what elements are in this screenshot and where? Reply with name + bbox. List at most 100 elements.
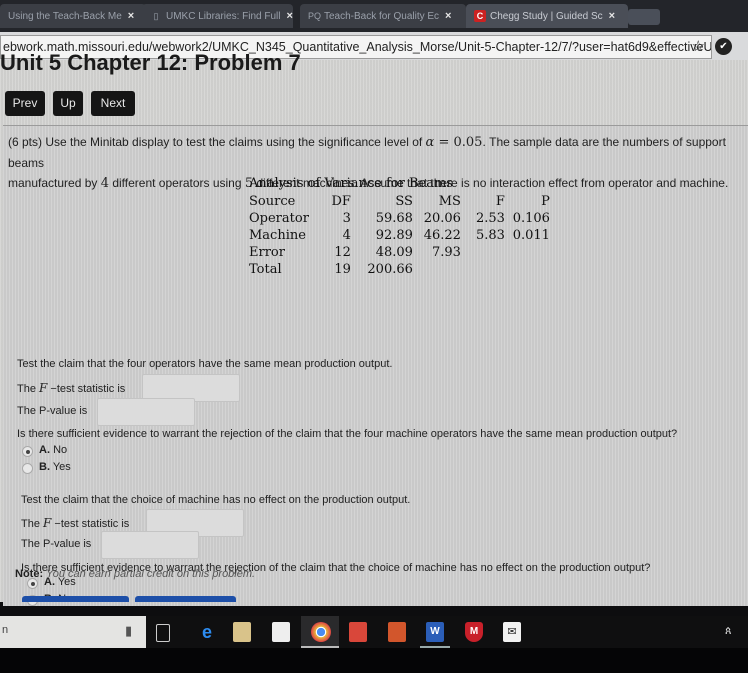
cell-source: Operator — [249, 211, 309, 226]
header-source: Source — [249, 194, 296, 209]
cell-source: Total — [249, 262, 282, 277]
cell-f — [461, 261, 505, 278]
file-explorer-icon[interactable] — [233, 622, 251, 642]
part1-f-label: The F −test statistic is — [17, 381, 125, 395]
part2-p-label: The P-value is — [21, 538, 92, 550]
note-text: You can earn partial credit on this prob… — [43, 568, 256, 580]
anova-title: Analysis of Variance for Beams — [249, 176, 453, 191]
part1-claim: Test the claim that the four operators h… — [17, 358, 393, 370]
label-text: −test statistic is — [47, 383, 126, 395]
cell-ss: 48.09 — [375, 245, 413, 260]
option-text: No — [53, 444, 68, 456]
cell-ms: 20.06 — [423, 211, 461, 226]
tab-label: Chegg Study | Guided Sc — [490, 11, 603, 22]
task-view-icon[interactable] — [156, 624, 170, 642]
tab-label: Teach-Back for Quality Ec — [324, 11, 440, 22]
cell-p: 0.106 — [512, 211, 550, 226]
part1-option-b[interactable]: B. Yes — [39, 461, 71, 473]
cell-ss: 200.66 — [367, 262, 413, 277]
prev-button[interactable]: Prev — [5, 91, 45, 116]
submit-button-partial[interactable] — [22, 596, 129, 602]
partial-credit-note: Note: You can earn partial credit on thi… — [15, 568, 255, 580]
part1-option-a-radio[interactable] — [22, 446, 33, 457]
tab-teach-back-me[interactable]: Using the Teach-Back Me × — [0, 4, 146, 28]
alpha-symbol: α — [425, 135, 435, 150]
preview-button-partial[interactable] — [135, 596, 236, 602]
taskbar-search-box[interactable]: n ▮ — [0, 616, 146, 648]
cell-source: Machine — [249, 228, 306, 243]
cell-df: 19 — [334, 262, 351, 277]
edge-icon[interactable]: e — [198, 622, 216, 642]
cell-df: 4 — [342, 228, 351, 243]
close-icon[interactable]: × — [609, 10, 615, 22]
note-label: Note: — [15, 568, 44, 580]
tab-chegg-study[interactable]: C Chegg Study | Guided Sc × — [466, 4, 628, 28]
new-tab-button[interactable] — [628, 9, 660, 25]
mail-icon[interactable]: ✉ — [503, 622, 521, 642]
header-p: P — [541, 194, 550, 209]
next-button[interactable]: Next — [91, 91, 135, 116]
anova-header-row: Source DF SS MS F P — [249, 193, 550, 210]
header-df: DF — [331, 194, 351, 209]
part1-p-value-input[interactable] — [97, 398, 195, 426]
part1-question: Is there sufficient evidence to warrant … — [17, 428, 678, 440]
extension-check-icon[interactable]: ✔ — [715, 38, 732, 55]
up-button[interactable]: Up — [53, 91, 83, 116]
cell-ms — [413, 261, 461, 278]
powerpoint-icon[interactable] — [388, 622, 406, 642]
intro-text: manufactured by — [8, 176, 101, 190]
close-icon[interactable]: × — [286, 10, 292, 22]
option-letter: B. — [39, 461, 50, 473]
mcafee-icon[interactable]: M — [465, 622, 483, 642]
store-icon[interactable] — [272, 622, 290, 642]
cell-ss: 59.68 — [375, 211, 413, 226]
part2-f-label: The F −test statistic is — [21, 516, 129, 530]
tab-label: Using the Teach-Back Me — [8, 11, 122, 22]
page-title: Unit 5 Chapter 12: Problem 7 — [0, 50, 301, 75]
operators-count: 4 — [100, 176, 109, 191]
label-text: −test statistic is — [51, 518, 130, 530]
header-ms: MS — [438, 194, 461, 209]
anova-row: Error 12 48.09 7.93 — [249, 244, 550, 261]
tab-label: UMKC Libraries: Find Full — [166, 11, 281, 22]
part1-option-a[interactable]: A. No — [39, 444, 67, 456]
equals-sign: = — [434, 135, 454, 150]
intro-text: different operators using — [109, 176, 245, 190]
option-letter: A. — [39, 444, 50, 456]
header-f: F — [495, 194, 505, 209]
tab-teach-back-quality[interactable]: PQ Teach-Back for Quality Ec × — [300, 4, 466, 28]
option-text: Yes — [52, 461, 71, 473]
chrome-icon[interactable] — [311, 622, 331, 642]
cell-p — [505, 244, 550, 261]
header-ss: SS — [395, 194, 413, 209]
label-text: The — [21, 518, 44, 530]
part1-option-b-radio[interactable] — [22, 463, 33, 474]
label-text: The — [17, 383, 40, 395]
cell-ms: 7.93 — [431, 245, 461, 260]
close-icon[interactable]: × — [445, 10, 451, 22]
browser-tab-bar: Using the Teach-Back Me × ▯ UMKC Libraries… — [0, 0, 748, 32]
people-icon[interactable]: ጰ — [725, 625, 732, 638]
cell-source: Error — [249, 245, 285, 260]
screen-bezel — [0, 648, 748, 673]
cell-f: 2.53 — [475, 211, 505, 226]
part1-p-label: The P-value is — [17, 405, 88, 417]
word-icon[interactable]: W — [426, 622, 444, 642]
intro-text: Use the Minitab display to test the clai… — [42, 135, 426, 149]
microphone-icon[interactable]: ▮ — [125, 623, 132, 639]
reader-icon[interactable] — [349, 622, 367, 642]
part2-p-value-input[interactable] — [101, 531, 199, 559]
cell-f: 5.83 — [475, 228, 505, 243]
anova-row: Operator 3 59.68 20.06 2.53 0.106 — [249, 210, 550, 227]
cell-p — [505, 261, 550, 278]
bookmark-star-icon[interactable]: ☆ — [692, 36, 705, 58]
search-text: n — [2, 624, 9, 636]
points-label: (6 pts) — [8, 135, 43, 149]
tab-umkc-libraries[interactable]: ▯ UMKC Libraries: Find Full × — [142, 4, 293, 28]
windows-taskbar: n ▮ e W M ✉ ጰ — [0, 616, 748, 648]
pq-favicon-icon: PQ — [308, 11, 322, 22]
problem-box: (6 pts) Use the Minitab display to test … — [3, 125, 748, 606]
close-icon[interactable]: × — [128, 10, 134, 22]
cell-ms: 46.22 — [423, 228, 461, 243]
webwork-page: Unit 5 Chapter 12: Problem 7 Prev Up Nex… — [0, 50, 748, 606]
